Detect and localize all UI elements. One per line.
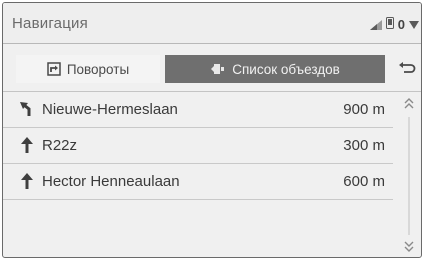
- bear-left-arrow-icon: [19, 101, 35, 117]
- scroll-track[interactable]: [408, 117, 410, 235]
- street-distance: 600 m: [343, 173, 385, 190]
- back-button[interactable]: [396, 59, 418, 81]
- straight-arrow-icon: [19, 137, 35, 153]
- street-name: Nieuwe-Hermeslaan: [42, 101, 178, 118]
- scroll-down-button[interactable]: [400, 241, 418, 257]
- list-item[interactable]: Hector Henneaulaan 600 m: [3, 164, 393, 200]
- status-area: 0: [369, 17, 419, 32]
- street-distance: 900 m: [343, 101, 385, 118]
- list-item[interactable]: Nieuwe-Hermeslaan 900 m: [3, 92, 393, 128]
- wifi-icon: [409, 20, 419, 30]
- back-arrow-icon: [398, 61, 416, 80]
- tab-turns[interactable]: Повороты: [16, 55, 160, 83]
- tab-bar: Повороты Список объездов: [3, 55, 421, 85]
- tab-turns-label: Повороты: [66, 61, 130, 77]
- detour-list: Nieuwe-Hermeslaan 900 m R22z 300 m Hecto…: [3, 92, 393, 200]
- status-count: 0: [397, 17, 405, 32]
- tab-detours-label: Список объездов: [232, 61, 340, 77]
- header-bar: Навигация 0: [3, 3, 421, 44]
- street-name: Hector Henneaulaan: [42, 173, 180, 190]
- turn-list-icon: [47, 62, 61, 76]
- straight-arrow-icon: [19, 173, 35, 189]
- tab-detours[interactable]: Список объездов: [165, 55, 385, 83]
- scrollbar[interactable]: [397, 95, 421, 257]
- scroll-up-button[interactable]: [400, 97, 418, 113]
- detour-icon: [210, 62, 226, 76]
- signal-icon: [369, 19, 382, 30]
- double-chevron-up-icon: [404, 96, 414, 114]
- navigation-screen: Навигация 0 Повороты Список объездов Nie…: [2, 2, 422, 258]
- app-title: Навигация: [12, 15, 88, 32]
- phone-icon: [385, 17, 394, 32]
- list-item[interactable]: R22z 300 m: [3, 128, 393, 164]
- street-name: R22z: [42, 137, 78, 154]
- double-chevron-down-icon: [404, 240, 414, 257]
- street-distance: 300 m: [343, 137, 385, 154]
